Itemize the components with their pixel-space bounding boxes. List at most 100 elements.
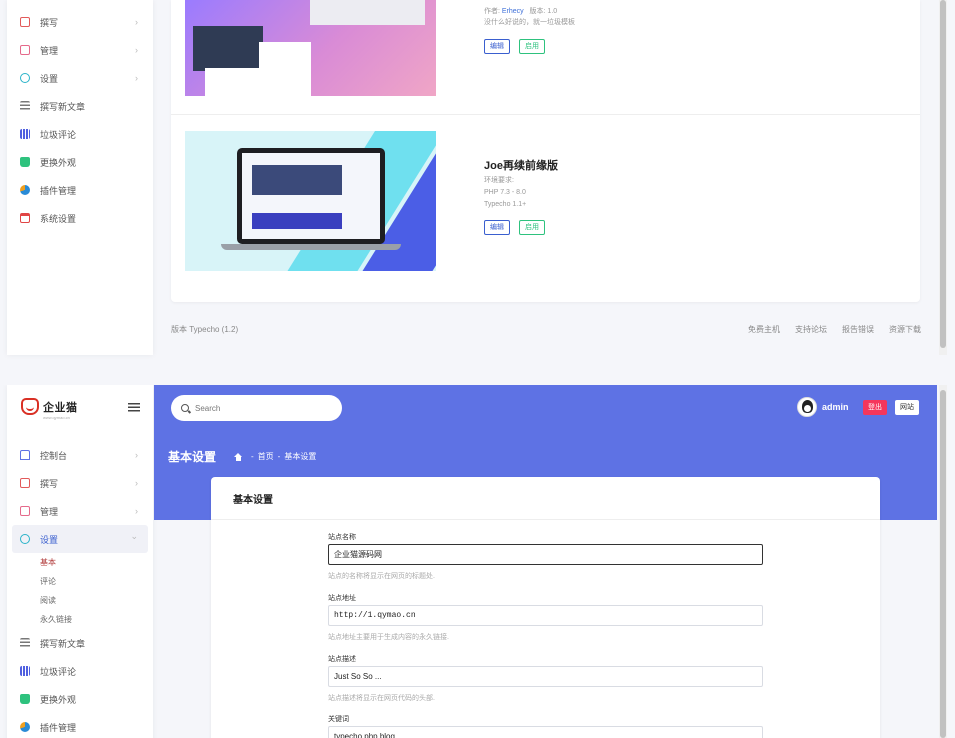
sidebar-item-spam-comments[interactable]: 垃圾评论 [7, 657, 153, 685]
menu-toggle-icon[interactable] [128, 403, 140, 412]
subnav-permalinks[interactable]: 永久链接 [7, 610, 153, 629]
sidebar-item-label: 撰写 [40, 478, 59, 489]
settings-icon [20, 73, 30, 83]
home-icon[interactable] [234, 452, 243, 461]
appearance-icon [20, 157, 30, 167]
sidebar: 企业猫 www.qymao.cn 控制台 › 撰写 › 管理 › 设置 ⌄ 基本… [7, 385, 153, 738]
form-title: 基本设置 [233, 495, 273, 506]
plugin-description: 没什么好说的，就一垃圾模板 [484, 19, 575, 26]
sidebar-item-label: 设置 [40, 73, 59, 84]
author-label: 作者: [484, 8, 502, 15]
chevron-right-icon: › [135, 17, 138, 27]
appearance-icon [20, 694, 30, 704]
footer-version: 版本 Typecho (1.2) [171, 325, 239, 334]
plugin-version: 版本: 1.0 [529, 8, 558, 15]
sidebar-item-manage[interactable]: 管理 › [7, 497, 153, 525]
logo[interactable]: 企业猫 www.qymao.cn [21, 398, 78, 420]
plugin-list-card: 作者: Erhecy 版本: 1.0 没什么好说的，就一垃圾模板 编辑 启用 J… [171, 0, 920, 302]
plugin-thumbnail [185, 0, 436, 96]
footer-link-forum[interactable]: 支持论坛 [795, 324, 827, 335]
keywords-label: 关键词 [328, 716, 349, 723]
sidebar-item-new-post[interactable]: 撰写新文章 [7, 92, 153, 120]
preview-header [310, 0, 425, 25]
compose-icon [20, 17, 30, 27]
sidebar-item-settings[interactable]: 设置 ⌄ [12, 525, 148, 553]
footer-link-free-hosting[interactable]: 免费主机 [748, 324, 780, 335]
footer-link-downloads[interactable]: 资源下载 [889, 324, 921, 335]
laptop-image [237, 148, 385, 244]
plugin-php-requirement: PHP 7.3 - 8.0 [484, 189, 526, 196]
sidebar-item-label: 管理 [40, 45, 59, 56]
enable-button[interactable]: 启用 [519, 39, 545, 54]
breadcrumb-separator: - [277, 452, 281, 461]
settings-form-card: 基本设置 站点名称 企业猫源码网 站点的名称将显示在网页的标题处. 站点地址 h… [211, 477, 880, 738]
sidebar-item-appearance[interactable]: 更换外观 [7, 685, 153, 713]
spam-comments-icon [20, 666, 30, 676]
basic-settings-screen: 企业猫 www.qymao.cn 控制台 › 撰写 › 管理 › 设置 ⌄ 基本… [0, 385, 955, 738]
chevron-right-icon: › [135, 478, 138, 488]
system-settings-icon [20, 213, 30, 223]
sidebar-item-plugins[interactable]: 插件管理 [7, 176, 153, 204]
edit-button[interactable]: 编辑 [484, 220, 510, 235]
site-description-help: 站点描述将显示在网页代码的头部. [328, 695, 435, 702]
username[interactable]: admin [822, 402, 849, 412]
footer-link-report-bug[interactable]: 报告错误 [842, 324, 874, 335]
site-description-label: 站点描述 [328, 656, 356, 663]
breadcrumb-home[interactable]: 首页 [258, 451, 274, 462]
sidebar-item-new-post[interactable]: 撰写新文章 [7, 629, 153, 657]
sidebar-item-system-settings[interactable]: 系统设置 [7, 204, 153, 232]
sidebar-item-compose[interactable]: 撰写 › [7, 469, 153, 497]
chevron-right-icon: › [135, 506, 138, 516]
chevron-right-icon: › [135, 450, 138, 460]
laptop-base [221, 244, 401, 250]
preview-panel [205, 68, 265, 96]
plugin-management-screen: 撰写 › 管理 › 设置 › 撰写新文章 垃圾评论 更换外观 插件管理 系统设置… [0, 0, 955, 362]
site-name-input[interactable]: 企业猫源码网 [328, 544, 763, 565]
scrollbar-thumb[interactable] [940, 390, 946, 738]
subnav-comments[interactable]: 评论 [7, 572, 153, 591]
scrollbar-thumb[interactable] [940, 0, 946, 348]
sidebar-item-manage[interactable]: 管理 › [7, 36, 153, 64]
page-title: 基本设置 [168, 450, 217, 464]
dashboard-icon [20, 450, 30, 460]
sidebar-item-dashboard[interactable]: 控制台 › [7, 441, 153, 469]
site-description-input[interactable]: Just So So ... [328, 666, 763, 687]
sidebar-item-label: 设置 [40, 534, 59, 545]
edit-button[interactable]: 编辑 [484, 39, 510, 54]
plugin-env-label: 环境要求: [484, 177, 514, 184]
keywords-input[interactable]: typecho,php,blog [328, 726, 763, 738]
compose-icon [20, 478, 30, 488]
search-input[interactable]: Search [195, 404, 220, 413]
site-button[interactable]: 网站 [895, 400, 919, 415]
sidebar-item-settings[interactable]: 设置 › [7, 64, 153, 92]
enable-button[interactable]: 启用 [519, 220, 545, 235]
sidebar-item-label: 控制台 [40, 450, 68, 461]
manage-icon [20, 45, 30, 55]
preview-hero [252, 165, 342, 195]
divider [171, 114, 920, 115]
chevron-down-icon: ⌄ [130, 531, 138, 541]
sidebar-item-spam-comments[interactable]: 垃圾评论 [7, 120, 153, 148]
sidebar-item-compose[interactable]: 撰写 › [7, 8, 153, 36]
divider [211, 519, 880, 520]
subnav-reading[interactable]: 阅读 [7, 591, 153, 610]
sidebar-item-label: 撰写 [40, 17, 59, 28]
search-icon [181, 404, 189, 412]
sidebar-item-label: 更换外观 [40, 694, 77, 705]
sidebar-item-label: 撰写新文章 [40, 101, 86, 112]
preview-panel [193, 26, 263, 71]
chevron-right-icon: › [135, 73, 138, 83]
logout-button[interactable]: 登出 [863, 400, 887, 415]
new-post-icon [20, 638, 30, 648]
preview-banner [252, 213, 342, 229]
site-url-input[interactable]: http://1.qymao.cn [328, 605, 763, 626]
sidebar-item-plugins[interactable]: 插件管理 [7, 713, 153, 738]
avatar[interactable] [797, 397, 817, 417]
laptop-screen [242, 153, 380, 239]
sidebar-item-appearance[interactable]: 更换外观 [7, 148, 153, 176]
subnav-basic[interactable]: 基本 [7, 553, 153, 572]
author-link[interactable]: Erhecy [502, 8, 524, 15]
search-box[interactable]: Search [171, 395, 342, 421]
site-name-label: 站点名称 [328, 534, 356, 541]
plugins-icon [20, 722, 30, 732]
